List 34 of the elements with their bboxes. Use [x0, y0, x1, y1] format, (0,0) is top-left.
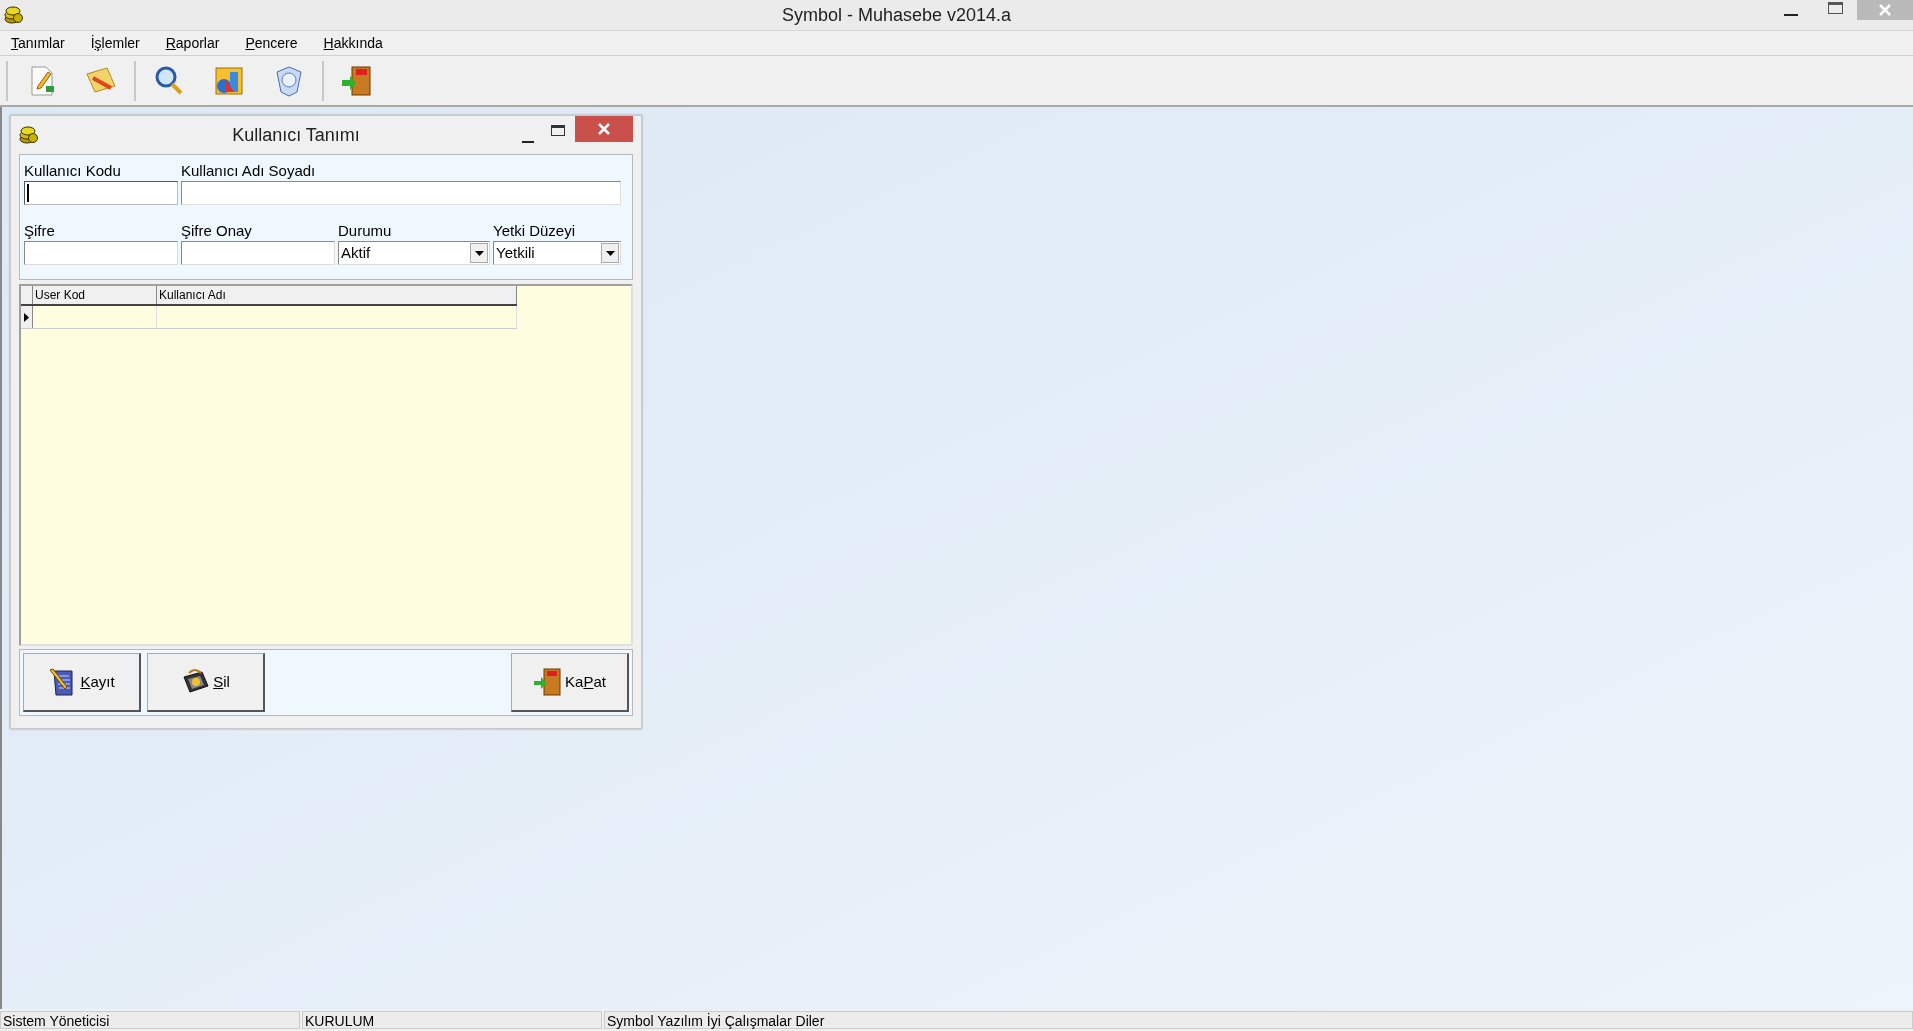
field-label: Yetki Düzeyi	[493, 221, 576, 241]
dialog-title: Kullanıcı Tanımı	[231, 123, 360, 147]
dropdown[interactable]: Yetkili	[493, 241, 621, 265]
input-field[interactable]	[181, 181, 621, 205]
column-header[interactable]: Kullanıcı Adı	[157, 286, 517, 304]
close-button[interactable]	[575, 116, 633, 142]
app-logo-icon	[4, 6, 24, 24]
window-title: Symbol - Muhasebe v2014.a	[781, 3, 1012, 27]
menu-item[interactable]: Tanımlar	[4, 32, 72, 54]
exit-door-icon	[533, 667, 564, 697]
column-header[interactable]: User Kod	[33, 286, 157, 304]
menu-item[interactable]: Raporlar	[158, 32, 227, 54]
field-label: Şifre	[24, 221, 56, 241]
field-label: Kullanıcı Kodu	[24, 161, 122, 181]
input-field[interactable]	[24, 181, 178, 205]
field-label: Durumu	[338, 221, 393, 241]
close-icon	[598, 123, 610, 135]
action-button[interactable]: Sil	[147, 653, 265, 712]
action-button[interactable]: Kayıt	[23, 653, 141, 712]
input-field[interactable]	[181, 241, 335, 265]
action-button[interactable]: KaPat	[511, 653, 629, 712]
menu-item[interactable]: İşlemler	[83, 32, 147, 54]
field-label: Şifre Onay	[181, 221, 253, 241]
field-label: Kullanıcı Adı Soyadı	[181, 161, 317, 181]
status-panel: Sistem Yöneticisi	[0, 1011, 300, 1029]
dialog-logo-icon	[19, 126, 39, 144]
menu-item[interactable]: Hakkında	[316, 32, 390, 54]
status-panel: KURULUM	[302, 1011, 602, 1029]
menu-item[interactable]: Pencere	[238, 32, 305, 54]
close-icon	[1879, 4, 1891, 16]
status-panel: Symbol Yazılım İyi Çalışmalar Diler	[604, 1011, 1913, 1029]
exit-door-icon[interactable]	[340, 63, 374, 98]
dropdown[interactable]: Aktif	[338, 241, 490, 265]
input-field[interactable]	[24, 241, 178, 265]
